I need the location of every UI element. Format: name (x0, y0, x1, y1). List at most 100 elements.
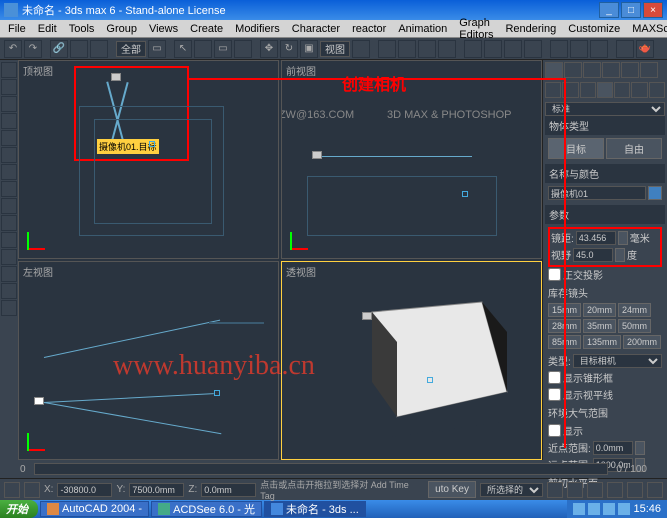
script-button[interactable] (4, 482, 20, 498)
create-tab[interactable] (545, 62, 563, 78)
menu-create[interactable]: Create (184, 23, 229, 35)
nav-button[interactable] (627, 482, 643, 498)
named-sel-button[interactable] (464, 40, 482, 58)
menu-views[interactable]: Views (143, 23, 184, 35)
utilities-tab[interactable] (640, 62, 658, 78)
taskbar-item[interactable]: ACDSee 6.0 - 光 (151, 501, 262, 517)
coord-z-input[interactable] (201, 483, 256, 497)
tab-panel-button[interactable] (1, 113, 17, 129)
snap-button[interactable] (378, 40, 396, 58)
tray-icon[interactable] (588, 503, 600, 515)
viewport-left[interactable]: 左视图 (18, 261, 279, 460)
start-button[interactable]: 开始 (0, 500, 38, 518)
lens-preset-button[interactable]: 200mm (623, 335, 661, 349)
spinner-icon[interactable] (618, 231, 628, 245)
tab-panel-button[interactable] (1, 130, 17, 146)
near-input[interactable] (593, 441, 633, 455)
select-region-button[interactable]: ▭ (214, 40, 232, 58)
keyfilters-button[interactable] (567, 482, 583, 498)
pivot-button[interactable] (352, 40, 370, 58)
menu-modifiers[interactable]: Modifiers (229, 23, 286, 35)
system-tray[interactable]: 15:46 (567, 500, 667, 518)
minimize-button[interactable]: _ (599, 2, 619, 18)
modify-tab[interactable] (564, 62, 582, 78)
render-scene-button[interactable] (616, 40, 634, 58)
bind-button[interactable] (90, 40, 108, 58)
show-env-checkbox[interactable] (548, 424, 561, 437)
tab-panel-button[interactable] (1, 266, 17, 282)
ref-coord-combo[interactable]: 视图 (320, 41, 350, 57)
angle-snap-button[interactable] (398, 40, 416, 58)
tab-panel-button[interactable] (1, 300, 17, 316)
systems-icon[interactable] (649, 82, 665, 98)
rotate-button[interactable]: ↻ (280, 40, 298, 58)
lens-preset-button[interactable]: 24mm (618, 303, 651, 317)
display-tab[interactable] (621, 62, 639, 78)
menu-edit[interactable]: Edit (32, 23, 63, 35)
redo-button[interactable]: ↷ (24, 40, 42, 58)
undo-button[interactable]: ↶ (4, 40, 22, 58)
unlink-button[interactable] (70, 40, 88, 58)
selected-combo[interactable]: 所选择的 (480, 483, 543, 497)
select-button[interactable]: ▭ (148, 40, 166, 58)
tab-panel-button[interactable] (1, 215, 17, 231)
viewport-top[interactable]: 顶视图 摄像机01.目标 (18, 60, 279, 259)
subcategory-combo[interactable]: 标准 (545, 102, 665, 116)
select-name-button[interactable] (194, 40, 212, 58)
tab-panel-button[interactable] (1, 181, 17, 197)
menu-grapheditors[interactable]: Graph Editors (453, 17, 499, 41)
prompt-button[interactable] (24, 482, 40, 498)
cameras-icon[interactable] (597, 82, 613, 98)
menu-file[interactable]: File (2, 23, 32, 35)
show-cone-checkbox[interactable] (548, 371, 561, 384)
material-button[interactable] (590, 40, 608, 58)
menu-reactor[interactable]: reactor (346, 23, 392, 35)
menu-maxscript[interactable]: MAXScript (626, 23, 667, 35)
show-horizon-checkbox[interactable] (548, 388, 561, 401)
rollout-header[interactable]: 物体类型 (545, 116, 665, 135)
lens-preset-button[interactable]: 20mm (583, 303, 616, 317)
free-camera-button[interactable]: 自由 (606, 138, 662, 159)
timeline-track[interactable] (34, 463, 609, 475)
geometry-icon[interactable] (545, 82, 561, 98)
schematic-button[interactable] (570, 40, 588, 58)
tab-panel-button[interactable] (1, 79, 17, 95)
menu-animation[interactable]: Animation (392, 23, 453, 35)
play-button[interactable] (547, 482, 563, 498)
menu-group[interactable]: Group (100, 23, 143, 35)
tab-panel-button[interactable] (1, 232, 17, 248)
tray-icon[interactable] (603, 503, 615, 515)
coord-x-input[interactable] (57, 483, 112, 497)
object-name-input[interactable] (548, 186, 646, 200)
rollout-header[interactable]: 名称与颜色 (545, 164, 665, 183)
tab-panel-button[interactable] (1, 96, 17, 112)
fov-input[interactable] (573, 248, 613, 262)
nav-button[interactable] (607, 482, 623, 498)
tab-panel-button[interactable] (1, 164, 17, 180)
spinner-icon[interactable] (635, 441, 645, 455)
menu-character[interactable]: Character (286, 23, 346, 35)
spacewarps-icon[interactable] (631, 82, 647, 98)
tab-panel-button[interactable] (1, 198, 17, 214)
camera-type-combo[interactable]: 目标相机 (573, 354, 662, 368)
maximize-button[interactable]: □ (621, 2, 641, 18)
tab-panel-button[interactable] (1, 147, 17, 163)
lens-preset-button[interactable]: 50mm (618, 319, 651, 333)
taskbar-item[interactable]: 未命名 - 3ds ... (264, 501, 366, 517)
tab-panel-button[interactable] (1, 283, 17, 299)
link-button[interactable]: 🔗 (50, 40, 68, 58)
tray-icon[interactable] (573, 503, 585, 515)
move-button[interactable]: ✥ (260, 40, 278, 58)
tray-icon[interactable] (618, 503, 630, 515)
lights-icon[interactable] (580, 82, 596, 98)
window-crossing-button[interactable] (234, 40, 252, 58)
motion-tab[interactable] (602, 62, 620, 78)
autokey-button[interactable]: uto Key (428, 481, 476, 498)
rollout-header[interactable]: 参数 (545, 205, 665, 224)
taskbar-item[interactable]: AutoCAD 2004 - (40, 501, 149, 517)
mirror-button[interactable] (484, 40, 502, 58)
target-camera-button[interactable]: 目标 (548, 138, 604, 159)
coord-y-input[interactable] (129, 483, 184, 497)
selection-filter[interactable]: 全部 (116, 41, 146, 57)
lens-input[interactable] (576, 231, 616, 245)
